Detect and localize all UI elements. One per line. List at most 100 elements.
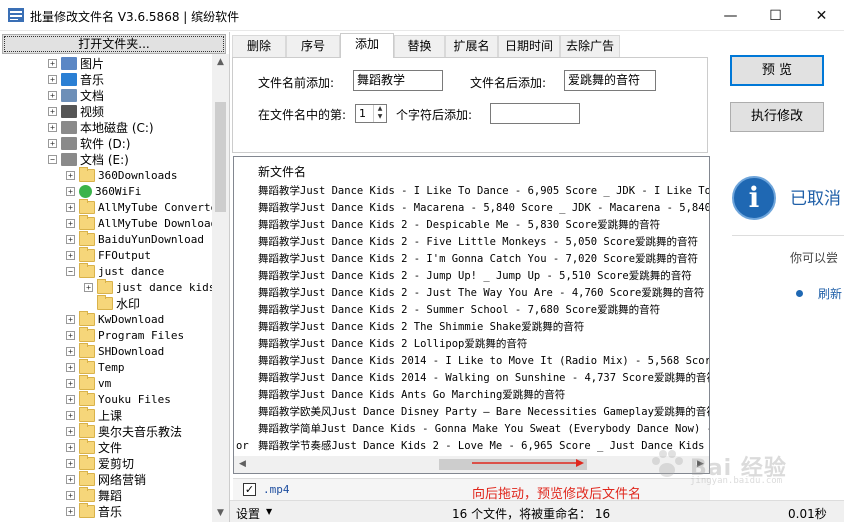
tab-2[interactable]: 添加 [340, 33, 394, 58]
caret-down-icon[interactable]: ▼ [266, 507, 272, 516]
expand-icon[interactable]: + [66, 394, 75, 404]
tree-item[interactable]: − 文档 (E:) [48, 151, 129, 167]
list-item[interactable]: 舞蹈教学Just Dance Kids 2 - Five Little Monk… [234, 234, 709, 251]
tree-item[interactable]: + 音乐 [66, 502, 122, 519]
tab-3[interactable]: 替换 [394, 35, 445, 57]
expand-icon[interactable]: + [66, 378, 75, 388]
tab-6[interactable]: 去除广告 [560, 35, 620, 57]
tab-4[interactable]: 扩展名 [445, 35, 498, 57]
tree-item[interactable]: 水印 [84, 294, 140, 311]
stepper-down-icon[interactable]: ▼ [374, 113, 386, 121]
expand-icon[interactable]: + [48, 74, 57, 84]
expand-icon[interactable]: + [66, 346, 75, 356]
tree-item[interactable]: + 视频 [48, 103, 104, 119]
file-list[interactable]: 新文件名 舞蹈教学Just Dance Kids - I Like To Dan… [233, 156, 710, 474]
tab-5[interactable]: 日期时间 [498, 35, 560, 57]
list-item[interactable]: 舞蹈教学Just Dance Kids Ants Go Marching爱跳舞的… [234, 387, 709, 404]
tree-item[interactable]: + 软件 (D:) [48, 135, 130, 151]
expand-icon[interactable]: + [66, 186, 75, 196]
execute-button[interactable]: 执行修改 [730, 102, 824, 132]
list-item[interactable]: 舞蹈教学Just Dance Kids - Macarena - 5,840 S… [234, 200, 709, 217]
list-item[interactable]: 舞蹈教学Just Dance Kids 2014 - Walking on Su… [234, 370, 709, 387]
minimize-button[interactable]: — [708, 0, 753, 31]
list-item[interactable]: 舞蹈教学简单Just Dance Kids - Gonna Make You S… [234, 421, 709, 438]
expand-icon[interactable]: + [66, 202, 75, 212]
prefix-input[interactable]: 舞蹈教学 [353, 70, 443, 91]
list-item[interactable]: 舞蹈教学Just Dance Kids 2014 - I Like to Mov… [234, 353, 709, 370]
preview-button[interactable]: 预 览 [730, 55, 824, 86]
folder-tree[interactable]: + 图片 + 音乐 + 文档 + 视频 + 本地磁盘 (C:) + 软件 (D:) − 文档 (E:) +3… [0, 54, 212, 522]
scroll-left-icon[interactable]: ◀ [234, 456, 251, 473]
tree-item[interactable]: + 文件 [66, 438, 122, 455]
tree-item[interactable]: + 图片 [48, 55, 104, 71]
position-stepper[interactable]: 1 ▲ ▼ [355, 104, 387, 123]
list-item[interactable]: or 舞蹈教学节奏感Just Dance Kids 2 - Love Me - 6… [234, 438, 709, 455]
position-text-input[interactable] [490, 103, 580, 124]
expand-icon[interactable]: + [66, 490, 75, 500]
list-item[interactable]: 舞蹈教学Just Dance Kids - I Like To Dance - … [234, 183, 709, 200]
tree-item[interactable]: + BaiduYunDownload [66, 230, 204, 247]
scroll-up-icon[interactable]: ▲ [212, 54, 229, 71]
maximize-button[interactable]: ☐ [753, 0, 798, 31]
suffix-input[interactable]: 爱跳舞的音符 [564, 70, 656, 91]
scroll-down-icon[interactable]: ▼ [212, 505, 229, 522]
tree-item[interactable]: + just dance kids [84, 278, 212, 295]
expand-icon[interactable]: + [66, 506, 75, 516]
tree-item[interactable]: + FFOutput [66, 246, 151, 263]
expand-icon[interactable]: + [48, 138, 57, 148]
list-item[interactable]: 舞蹈教学Just Dance Kids 2 - Jump Up! _ Jump … [234, 268, 709, 285]
expand-icon[interactable]: + [48, 58, 57, 68]
list-item[interactable]: 舞蹈教学Just Dance Kids 2 - Despicable Me - … [234, 217, 709, 234]
list-item[interactable]: 舞蹈教学Just Dance Kids 2 - Summer School - … [234, 302, 709, 319]
tree-item[interactable]: + AllMyTube Converted [66, 198, 212, 215]
open-folder-button[interactable]: 打开文件夹... [2, 34, 226, 54]
stepper-up-icon[interactable]: ▲ [374, 105, 386, 113]
tree-item[interactable]: + KwDownload [66, 310, 164, 327]
tree-item[interactable]: + Program Files [66, 326, 184, 343]
tree-item[interactable]: +360WiFi [66, 183, 141, 199]
close-button[interactable]: ✕ [799, 0, 844, 31]
expand-icon[interactable]: + [66, 410, 75, 420]
expand-icon[interactable]: + [84, 282, 93, 292]
tree-item[interactable]: + 本地磁盘 (C:) [48, 119, 154, 135]
tree-item[interactable]: + 爱剪切 [66, 454, 134, 471]
list-item[interactable]: 舞蹈教学Just Dance Kids 2 The Shimmie Shake爱… [234, 319, 709, 336]
expand-icon[interactable]: + [48, 106, 57, 116]
list-item[interactable]: 舞蹈教学Just Dance Kids 2 Lollipop爱跳舞的音符 [234, 336, 709, 353]
list-item[interactable]: 舞蹈教学欧美风Just Dance Disney Party — Bare Ne… [234, 404, 709, 421]
extension-checkbox[interactable]: ✓ [243, 483, 256, 496]
collapse-icon[interactable]: − [48, 154, 57, 164]
tree-item[interactable]: + vm [66, 374, 111, 391]
expand-icon[interactable] [84, 299, 93, 308]
expand-icon[interactable]: + [48, 122, 57, 132]
tree-item[interactable]: +360Downloads [66, 166, 177, 183]
list-item[interactable]: 舞蹈教学Just Dance Kids 2 - Just The Way You… [234, 285, 709, 302]
scroll-thumb[interactable] [215, 102, 226, 212]
tree-item[interactable]: + 上课 [66, 406, 122, 423]
tree-item[interactable]: + AllMyTube Downloaded [66, 214, 212, 231]
refresh-link[interactable]: 刷新 [818, 285, 842, 302]
expand-icon[interactable]: + [66, 218, 75, 228]
tree-item[interactable]: + 舞蹈 [66, 486, 122, 503]
expand-icon[interactable]: + [66, 330, 75, 340]
tree-item[interactable]: + 奥尔夫音乐教法 [66, 422, 182, 439]
tree-item[interactable]: − just dance [66, 262, 164, 279]
tab-1[interactable]: 序号 [286, 35, 340, 57]
tree-scrollbar[interactable]: ▲ ▼ [212, 54, 229, 522]
tab-0[interactable]: 删除 [232, 35, 286, 57]
expand-icon[interactable]: + [66, 362, 75, 372]
settings-menu[interactable]: 设置 [236, 505, 260, 522]
tree-item[interactable]: + Youku Files [66, 390, 171, 407]
expand-icon[interactable]: + [66, 314, 75, 324]
expand-icon[interactable]: + [48, 90, 57, 100]
expand-icon[interactable]: + [66, 234, 75, 244]
tree-item[interactable]: + 文档 [48, 87, 104, 103]
tree-item[interactable]: + Temp [66, 358, 125, 375]
expand-icon[interactable]: + [66, 474, 75, 484]
collapse-icon[interactable]: − [66, 266, 75, 276]
tree-item[interactable]: + SHDownload [66, 342, 164, 359]
expand-icon[interactable]: + [66, 426, 75, 436]
list-item[interactable]: 舞蹈教学Just Dance Kids 2 - I'm Gonna Catch … [234, 251, 709, 268]
expand-icon[interactable]: + [66, 442, 75, 452]
expand-icon[interactable]: + [66, 250, 75, 260]
